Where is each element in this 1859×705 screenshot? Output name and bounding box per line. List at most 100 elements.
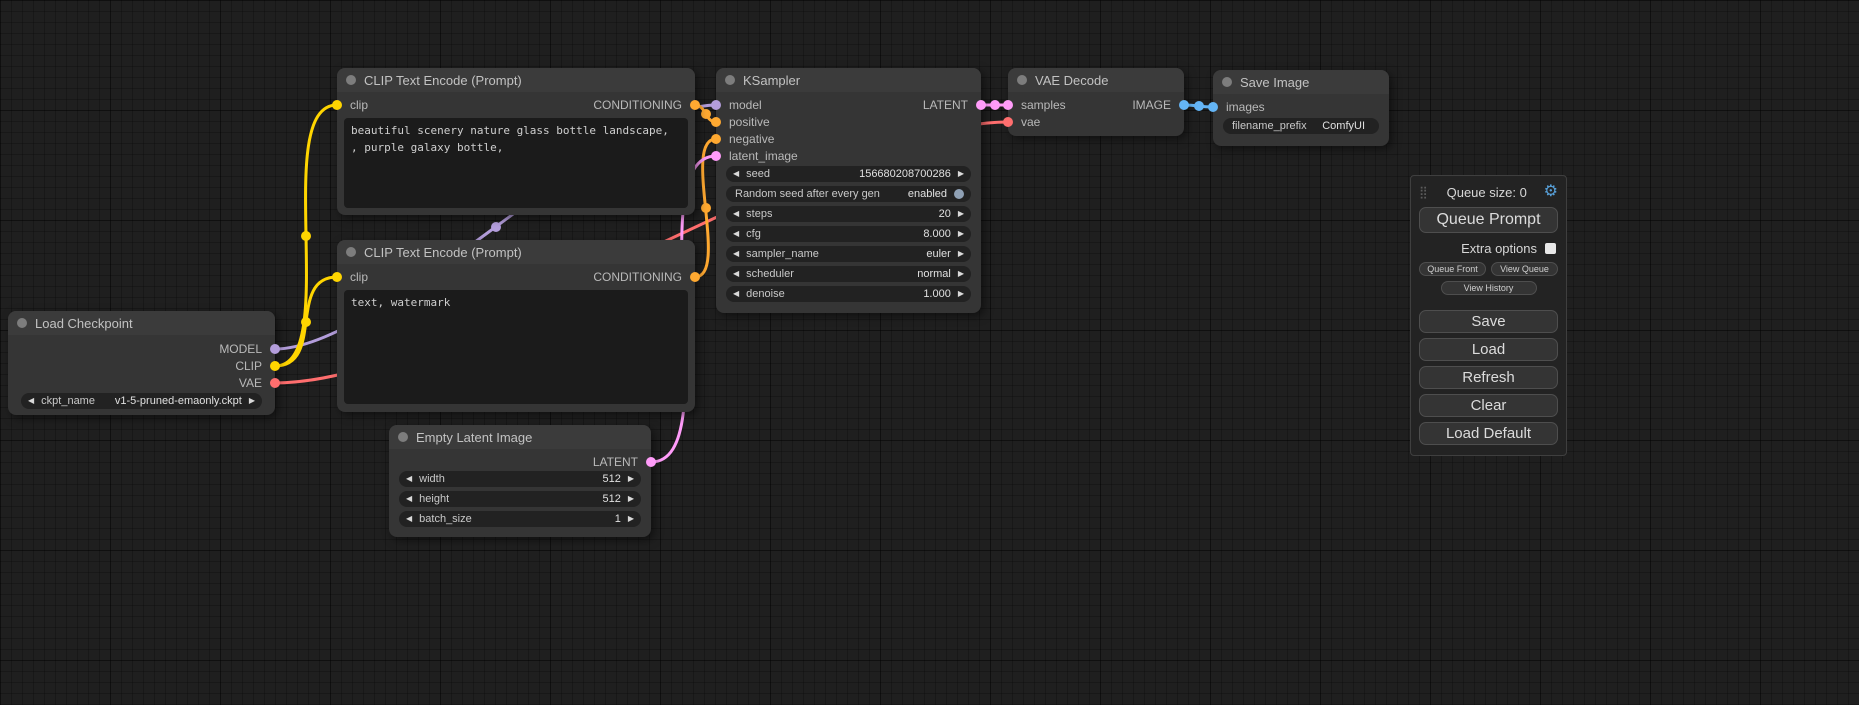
output-port-clip[interactable] [270, 361, 280, 371]
port-row: latent_image [716, 147, 981, 164]
seed-control-widget[interactable]: Random seed after every gen enabled [726, 186, 971, 202]
input-label-clip: clip [350, 270, 368, 284]
extra-options-checkbox[interactable] [1545, 243, 1556, 254]
prompt-textarea[interactable]: beautiful scenery nature glass bottle la… [344, 118, 688, 208]
input-port-clip[interactable] [332, 272, 342, 282]
input-port-positive[interactable] [711, 117, 721, 127]
queue-front-button[interactable]: Queue Front [1419, 262, 1486, 276]
drag-handle-icon[interactable]: ⣿ [1419, 185, 1428, 199]
load-default-button[interactable]: Load Default [1419, 422, 1558, 445]
decrement-arrow[interactable]: ◀ [28, 397, 34, 405]
increment-arrow[interactable]: ▶ [628, 475, 634, 483]
input-label-model: model [729, 98, 762, 112]
increment-arrow[interactable]: ▶ [958, 170, 964, 178]
input-port-images[interactable] [1208, 102, 1218, 112]
node-graph-canvas[interactable]: Load Checkpoint MODEL CLIP VAE ◀ ckpt_na… [0, 0, 1859, 705]
seed-widget[interactable]: ◀ seed 156680208700286 ▶ [726, 166, 971, 182]
output-port-image[interactable] [1179, 100, 1189, 110]
output-port-latent[interactable] [976, 100, 986, 110]
output-port-vae[interactable] [270, 378, 280, 388]
decrement-arrow[interactable]: ◀ [406, 495, 412, 503]
load-button[interactable]: Load [1419, 338, 1558, 361]
toggle-dot[interactable] [954, 189, 964, 199]
batch-size-widget[interactable]: ◀ batch_size 1 ▶ [399, 511, 641, 527]
node-status-dot [398, 432, 408, 442]
node-title-bar[interactable]: CLIP Text Encode (Prompt) [337, 68, 695, 92]
wire-clip-negative [275, 277, 337, 366]
output-port-conditioning[interactable] [690, 272, 700, 282]
port-row: clip CONDITIONING [337, 268, 695, 286]
increment-arrow[interactable]: ▶ [249, 397, 255, 405]
increment-arrow[interactable]: ▶ [628, 515, 634, 523]
cfg-widget[interactable]: ◀ cfg 8.000 ▶ [726, 226, 971, 242]
clear-button[interactable]: Clear [1419, 394, 1558, 417]
output-port-latent[interactable] [646, 457, 656, 467]
decrement-arrow[interactable]: ◀ [733, 170, 739, 178]
sampler-name-widget[interactable]: ◀ sampler_name euler ▶ [726, 246, 971, 262]
node-title: Save Image [1240, 75, 1309, 90]
widget-value: 8.000 [923, 228, 951, 240]
height-widget[interactable]: ◀ height 512 ▶ [399, 491, 641, 507]
widget-label: scheduler [746, 268, 794, 280]
node-vae-decode[interactable]: VAE Decode samples IMAGE vae [1008, 68, 1184, 136]
decrement-arrow[interactable]: ◀ [406, 475, 412, 483]
increment-arrow[interactable]: ▶ [958, 270, 964, 278]
wire-midpoint-dot [701, 203, 711, 213]
increment-arrow[interactable]: ▶ [958, 230, 964, 238]
widget-label: batch_size [419, 513, 472, 525]
port-row: vae [1008, 113, 1184, 130]
view-queue-button[interactable]: View Queue [1491, 262, 1558, 276]
input-port-latent-image[interactable] [711, 151, 721, 161]
width-widget[interactable]: ◀ width 512 ▶ [399, 471, 641, 487]
denoise-widget[interactable]: ◀ denoise 1.000 ▶ [726, 286, 971, 302]
refresh-button[interactable]: Refresh [1419, 366, 1558, 389]
increment-arrow[interactable]: ▶ [958, 290, 964, 298]
increment-arrow[interactable]: ▶ [628, 495, 634, 503]
input-port-negative[interactable] [711, 134, 721, 144]
output-label-clip: CLIP [235, 359, 262, 373]
input-label-vae: vae [1021, 115, 1040, 129]
node-empty-latent-image[interactable]: Empty Latent Image LATENT ◀ width 512 ▶ … [389, 425, 651, 537]
input-port-samples[interactable] [1003, 100, 1013, 110]
steps-widget[interactable]: ◀ steps 20 ▶ [726, 206, 971, 222]
decrement-arrow[interactable]: ◀ [406, 515, 412, 523]
wire-midpoint-dot [301, 317, 311, 327]
extra-options-label: Extra options [1461, 241, 1537, 256]
decrement-arrow[interactable]: ◀ [733, 250, 739, 258]
node-title-bar[interactable]: Empty Latent Image [389, 425, 651, 449]
wire-midpoint-dot [1194, 101, 1204, 111]
decrement-arrow[interactable]: ◀ [733, 290, 739, 298]
output-label-image: IMAGE [1132, 98, 1171, 112]
node-title-bar[interactable]: KSampler [716, 68, 981, 92]
widget-value: 20 [939, 208, 951, 220]
input-port-clip[interactable] [332, 100, 342, 110]
widget-label: steps [746, 208, 772, 220]
queue-panel: ⣿ Queue size: 0 ⚙ Queue Prompt Extra opt… [1410, 175, 1567, 456]
node-ksampler[interactable]: KSampler model LATENT positive negative … [716, 68, 981, 313]
node-title-bar[interactable]: Load Checkpoint [8, 311, 275, 335]
queue-prompt-button[interactable]: Queue Prompt [1419, 207, 1558, 233]
increment-arrow[interactable]: ▶ [958, 210, 964, 218]
save-button[interactable]: Save [1419, 310, 1558, 333]
node-load-checkpoint[interactable]: Load Checkpoint MODEL CLIP VAE ◀ ckpt_na… [8, 311, 275, 415]
node-title-bar[interactable]: CLIP Text Encode (Prompt) [337, 240, 695, 264]
ckpt-name-widget[interactable]: ◀ ckpt_name v1-5-pruned-emaonly.ckpt ▶ [21, 393, 262, 409]
filename-prefix-widget[interactable]: filename_prefix ComfyUI [1223, 118, 1379, 134]
node-save-image[interactable]: Save Image images filename_prefix ComfyU… [1213, 70, 1389, 146]
scheduler-widget[interactable]: ◀ scheduler normal ▶ [726, 266, 971, 282]
node-title-bar[interactable]: Save Image [1213, 70, 1389, 94]
output-port-conditioning[interactable] [690, 100, 700, 110]
input-port-vae[interactable] [1003, 117, 1013, 127]
decrement-arrow[interactable]: ◀ [733, 270, 739, 278]
input-port-model[interactable] [711, 100, 721, 110]
decrement-arrow[interactable]: ◀ [733, 230, 739, 238]
prompt-textarea[interactable]: text, watermark [344, 290, 688, 404]
node-clip-text-encode-negative[interactable]: CLIP Text Encode (Prompt) clip CONDITION… [337, 240, 695, 412]
node-title-bar[interactable]: VAE Decode [1008, 68, 1184, 92]
output-port-model[interactable] [270, 344, 280, 354]
increment-arrow[interactable]: ▶ [958, 250, 964, 258]
node-clip-text-encode-positive[interactable]: CLIP Text Encode (Prompt) clip CONDITION… [337, 68, 695, 215]
settings-gear-icon[interactable]: ⚙ [1544, 184, 1558, 200]
decrement-arrow[interactable]: ◀ [733, 210, 739, 218]
view-history-button[interactable]: View History [1441, 281, 1537, 295]
